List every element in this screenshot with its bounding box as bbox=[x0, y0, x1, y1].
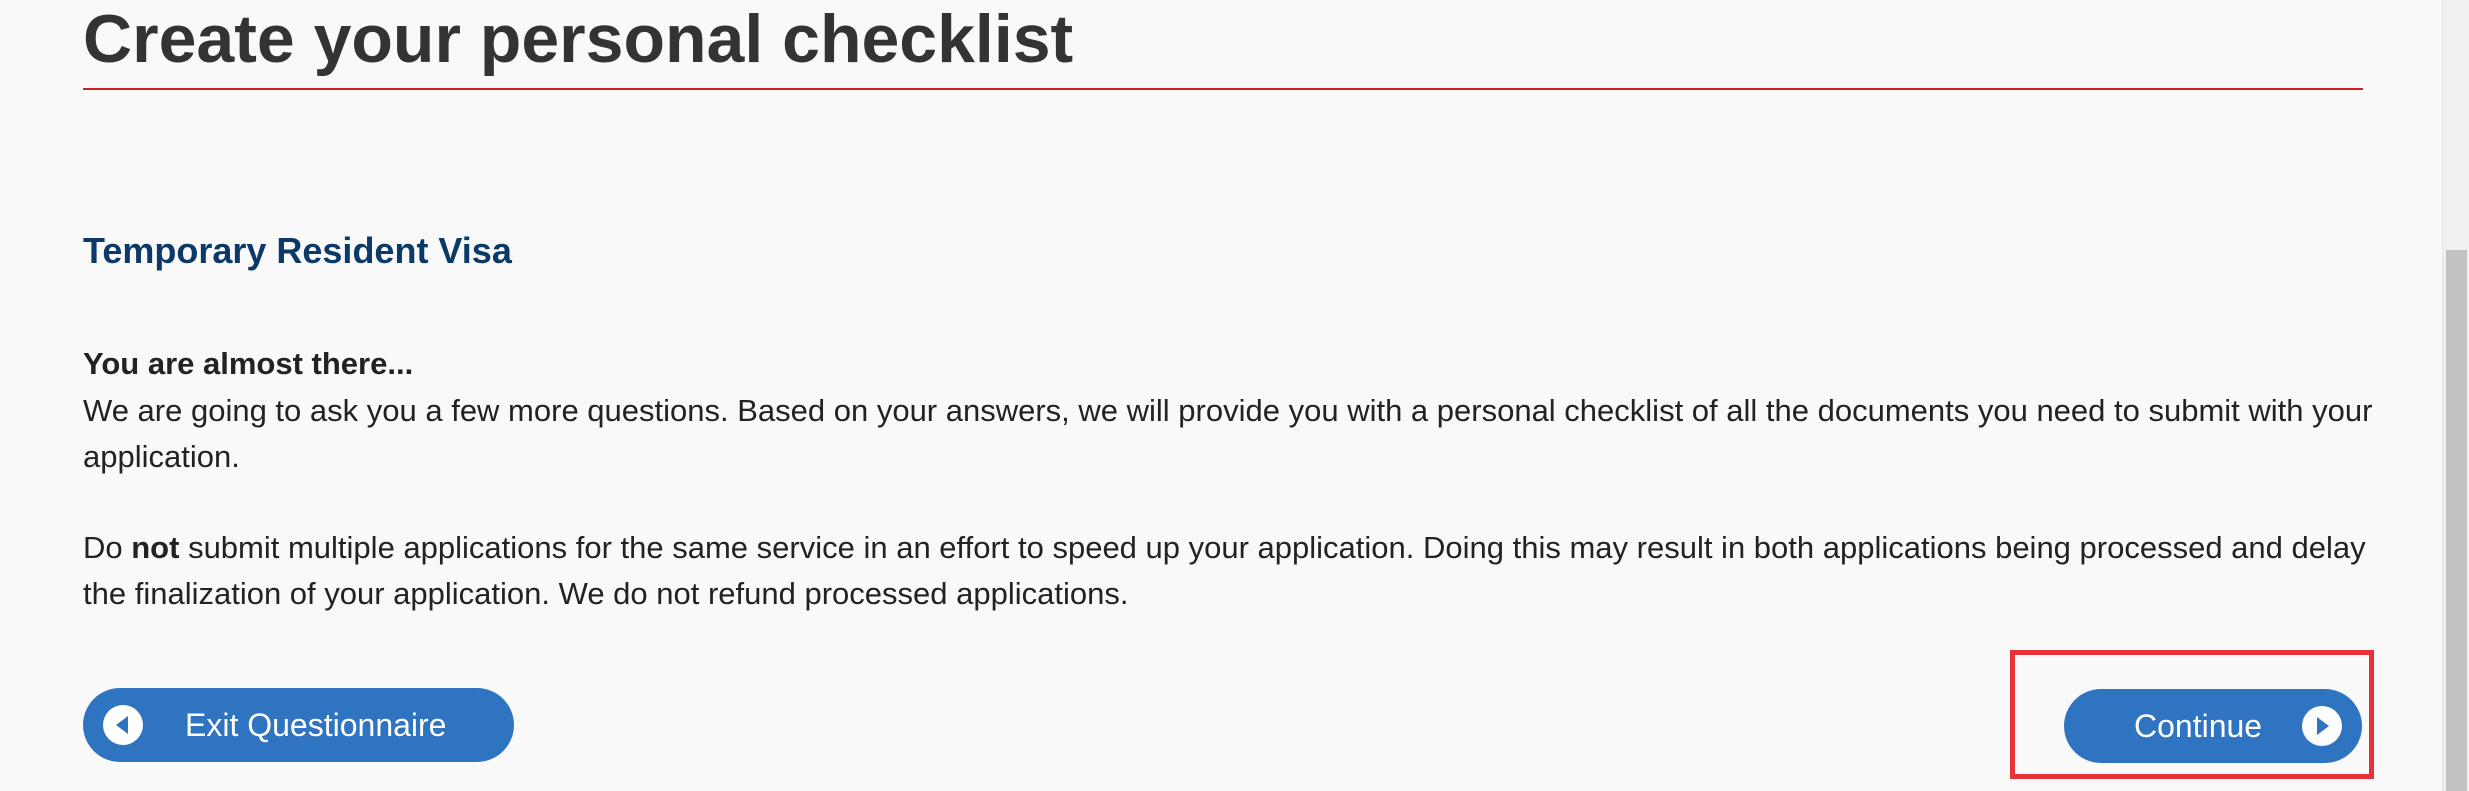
warning-rest: submit multiple applications for the sam… bbox=[83, 530, 2366, 611]
continue-button[interactable]: Continue bbox=[2064, 689, 2362, 763]
chevron-left-circle-icon bbox=[103, 705, 143, 745]
vertical-scrollbar[interactable] bbox=[2442, 0, 2469, 791]
scrollbar-thumb[interactable] bbox=[2446, 250, 2467, 791]
warning-prefix: Do bbox=[83, 530, 132, 565]
chevron-right-circle-icon bbox=[2302, 706, 2342, 746]
warning-emphasis: not bbox=[131, 530, 180, 565]
exit-button-label: Exit Questionnaire bbox=[185, 706, 447, 743]
page-title: Create your personal checklist bbox=[83, 1, 1074, 77]
title-divider bbox=[83, 88, 2363, 90]
visa-type-heading: Temporary Resident Visa bbox=[83, 230, 512, 271]
continue-button-label: Continue bbox=[2134, 707, 2263, 744]
exit-questionnaire-button[interactable]: Exit Questionnaire bbox=[83, 688, 514, 762]
intro-paragraph: We are going to ask you a few more quest… bbox=[83, 393, 2373, 474]
warning-paragraph: Do not submit multiple applications for … bbox=[83, 525, 2373, 617]
almost-there-text: You are almost there... bbox=[83, 346, 414, 381]
